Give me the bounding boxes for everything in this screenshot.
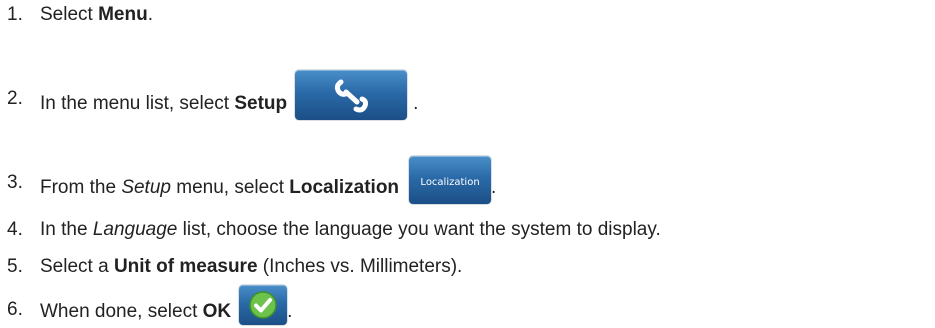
step-text-post: . — [147, 4, 153, 25]
step-text-pre: From the — [40, 177, 122, 199]
step-text: Select Menu. — [40, 4, 153, 26]
step-text-pre: Select — [40, 4, 99, 25]
localization-button-image: Localization — [409, 156, 492, 204]
step-text-post: . — [413, 93, 419, 115]
step-text-pre: Select a — [40, 256, 114, 277]
localization-term: Localization — [289, 177, 400, 199]
step-number: 2. — [7, 88, 23, 109]
step-number: 4. — [7, 219, 23, 240]
step-text: From the Setup menu, select Localization… — [40, 156, 497, 204]
setup-button-image — [295, 70, 408, 120]
step-number: 5. — [7, 256, 23, 277]
checkmark-icon — [249, 291, 277, 319]
step-text: Select a Unit of measure (Inches vs. Mil… — [40, 256, 462, 278]
step-text: In the menu list, select Setup . — [40, 70, 419, 120]
step-text-pre: In the menu list, select — [40, 93, 235, 115]
step-text: When done, select OK . — [40, 285, 293, 325]
step-text-mid: menu, select — [170, 177, 290, 199]
step-text-post: . — [491, 177, 497, 199]
wrench-icon — [335, 79, 369, 113]
step-number: 6. — [7, 299, 23, 320]
instruction-page: { "steps": [ { "num": "1.", "pre": "Sele… — [0, 0, 935, 328]
language-term: Language — [92, 219, 178, 240]
setup-term: Setup — [234, 93, 288, 115]
localization-button-label: Localization — [420, 177, 480, 188]
step-text-pre: When done, select — [40, 301, 203, 323]
unit-of-measure-term: Unit of measure — [113, 256, 258, 277]
step-text-post: (Inches vs. Millimeters). — [257, 256, 463, 277]
step-number: 1. — [7, 4, 23, 25]
step-text-pre: In the — [40, 219, 93, 240]
ok-term: OK — [202, 301, 232, 323]
step-number: 3. — [7, 172, 23, 193]
ok-button-image — [239, 285, 288, 325]
setup-menu-term: Setup — [121, 177, 171, 199]
step-text-post: . — [287, 301, 293, 323]
step-text: In the Language list, choose the languag… — [40, 219, 661, 241]
step-text-post: list, choose the language you want the s… — [177, 219, 661, 240]
menu-term: Menu — [98, 4, 148, 25]
